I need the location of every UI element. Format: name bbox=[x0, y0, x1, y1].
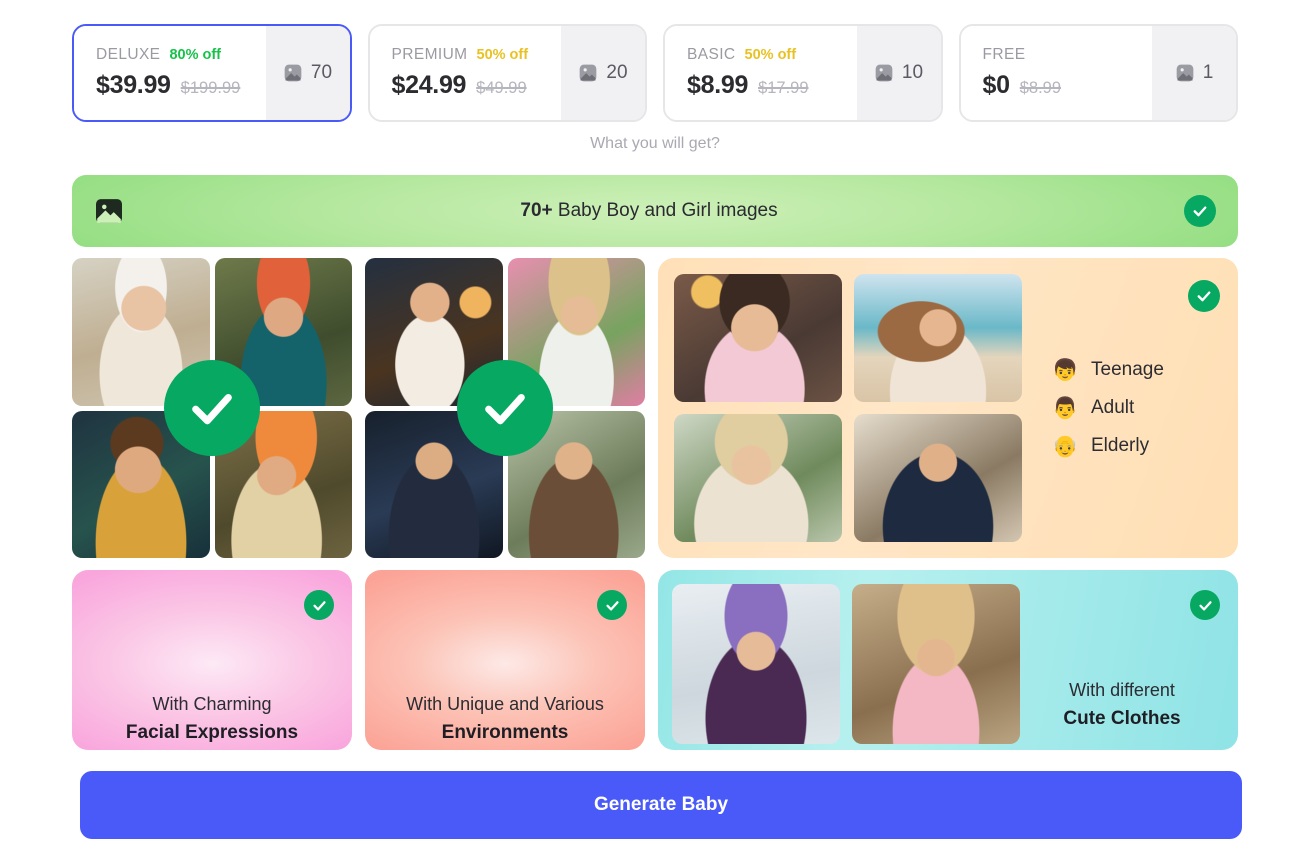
photo-adult-woman-blonde bbox=[674, 414, 842, 542]
image-count-icon bbox=[578, 63, 598, 83]
age-photo-grid bbox=[674, 274, 1022, 542]
plan-details: DELUXE 80% off $39.99 $199.99 bbox=[74, 26, 266, 120]
plan-count-value: 10 bbox=[901, 62, 924, 83]
plan-count-value: 20 bbox=[606, 62, 628, 83]
plan-old-price: $199.99 bbox=[180, 79, 241, 97]
feature-line1: With Charming bbox=[152, 694, 272, 714]
banner-label: 70+ Baby Boy and Girl images bbox=[114, 200, 1184, 222]
plan-header: FREE bbox=[983, 46, 1153, 67]
age-range-list: 👦 Teenage 👨 Adult 👴 Elderly bbox=[1022, 359, 1222, 457]
photo-teen-girl-short-hair bbox=[674, 274, 842, 402]
check-icon bbox=[164, 360, 260, 456]
feature-line2: Environments bbox=[441, 722, 569, 743]
adults-collage[interactable] bbox=[365, 258, 645, 558]
plan-name: DELUXE bbox=[96, 46, 161, 63]
age-ranges-card[interactable]: 👦 Teenage 👨 Adult 👴 Elderly bbox=[658, 258, 1238, 558]
check-icon bbox=[597, 590, 627, 620]
photo-girl-purple-winter-hat-snow bbox=[672, 584, 840, 744]
plan-header: PREMIUM 50% off bbox=[392, 46, 562, 67]
preview-row: 👦 Teenage 👨 Adult 👴 Elderly bbox=[72, 258, 1238, 558]
plan-image-count: 10 bbox=[856, 26, 941, 120]
age-item-teenage: 👦 Teenage bbox=[1052, 359, 1192, 381]
plan-image-count: 70 bbox=[265, 26, 350, 120]
plan-count-value: 70 bbox=[310, 62, 333, 83]
clothes-photo-grid bbox=[672, 584, 1020, 750]
plan-card-free[interactable]: FREE $0 $8.99 1 bbox=[958, 24, 1238, 122]
plan-discount-badge: 50% off bbox=[744, 47, 797, 63]
plan-header: BASIC 50% off bbox=[687, 46, 857, 67]
plan-name: BASIC bbox=[687, 46, 736, 63]
cute-clothes-card[interactable]: With different Cute Clothes bbox=[658, 570, 1238, 750]
age-item-elderly: 👴 Elderly bbox=[1052, 435, 1192, 457]
image-count-icon bbox=[1175, 63, 1195, 83]
plan-details: FREE $0 $8.99 bbox=[960, 26, 1153, 120]
check-icon bbox=[457, 360, 553, 456]
plan-image-count: 1 bbox=[1152, 26, 1236, 120]
pricing-screen: DELUXE 80% off $39.99 $199.99 70 PREMIUM bbox=[0, 0, 1310, 848]
age-item-adult: 👨 Adult bbox=[1052, 397, 1192, 419]
plan-price: $0 bbox=[982, 71, 1011, 99]
image-count-icon bbox=[874, 63, 894, 83]
feature-line2: Cute Clothes bbox=[1063, 708, 1181, 729]
plan-count-value: 1 bbox=[1202, 62, 1214, 83]
plan-discount-badge: 80% off bbox=[169, 47, 222, 63]
plan-card-premium[interactable]: PREMIUM 50% off $24.99 $49.99 20 bbox=[367, 24, 647, 122]
plan-header: DELUXE 80% off bbox=[96, 46, 266, 67]
plan-price: $24.99 bbox=[391, 71, 467, 99]
plan-price-row: $8.99 $17.99 bbox=[687, 71, 857, 100]
boy-face-icon: 👦 bbox=[1052, 358, 1079, 382]
plan-image-count: 20 bbox=[561, 26, 645, 120]
plan-old-price: $17.99 bbox=[758, 79, 809, 97]
check-icon bbox=[1190, 590, 1220, 620]
feature-line1: With Unique and Various bbox=[406, 694, 604, 714]
plan-old-price: $8.99 bbox=[1019, 79, 1062, 97]
plan-details: PREMIUM 50% off $24.99 $49.99 bbox=[369, 26, 562, 120]
section-subtitle: What you will get? bbox=[590, 135, 720, 152]
banner-description: Baby Boy and Girl images bbox=[552, 200, 778, 221]
plan-price-row: $24.99 $49.99 bbox=[392, 71, 562, 100]
plan-card-basic[interactable]: BASIC 50% off $8.99 $17.99 10 bbox=[663, 24, 943, 122]
feature-line1: With different bbox=[1069, 680, 1175, 700]
age-item-label: Teenage bbox=[1091, 359, 1164, 380]
photo-teen-girl-beach bbox=[854, 274, 1022, 402]
plan-discount-badge: 50% off bbox=[476, 47, 529, 63]
older-man-face-icon: 👴 bbox=[1052, 434, 1079, 458]
check-icon bbox=[1184, 195, 1216, 227]
environments-card[interactable]: With Unique and Various Environments bbox=[365, 570, 645, 750]
man-face-icon: 👨 bbox=[1052, 396, 1079, 420]
plan-list: DELUXE 80% off $39.99 $199.99 70 PREMIUM bbox=[72, 24, 1238, 122]
plan-price: $39.99 bbox=[96, 71, 171, 99]
plan-card-deluxe[interactable]: DELUXE 80% off $39.99 $199.99 70 bbox=[72, 24, 352, 122]
images-count-banner[interactable]: 70+ Baby Boy and Girl images bbox=[72, 175, 1238, 247]
plan-price-row: $39.99 $199.99 bbox=[96, 71, 266, 100]
check-icon bbox=[304, 590, 334, 620]
plan-name: FREE bbox=[982, 46, 1026, 63]
plan-details: BASIC 50% off $8.99 $17.99 bbox=[665, 26, 857, 120]
photo-adult-man-navy-jacket bbox=[854, 414, 1022, 542]
plan-price: $8.99 bbox=[687, 71, 749, 99]
photo-girl-straw-hat-beach bbox=[852, 584, 1020, 744]
plan-old-price: $49.99 bbox=[476, 79, 527, 97]
generate-baby-button[interactable]: Generate Baby bbox=[80, 771, 1242, 839]
plan-name: PREMIUM bbox=[391, 46, 468, 63]
plan-price-row: $0 $8.99 bbox=[983, 71, 1153, 100]
kids-collage[interactable] bbox=[72, 258, 352, 558]
age-item-label: Elderly bbox=[1091, 435, 1150, 456]
feature-line2: Facial Expressions bbox=[125, 722, 299, 743]
facial-expressions-card[interactable]: With Charming Facial Expressions bbox=[72, 570, 352, 750]
check-icon bbox=[1188, 280, 1220, 312]
banner-count: 70+ bbox=[520, 200, 553, 221]
image-count-icon bbox=[283, 63, 303, 83]
feature-row: With Charming Facial Expressions With Un… bbox=[72, 570, 1238, 750]
age-item-label: Adult bbox=[1091, 397, 1135, 418]
